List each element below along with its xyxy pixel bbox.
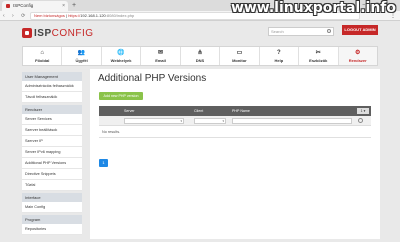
empty-message: No results. (99, 126, 371, 138)
sidebar-item-remote-users[interactable]: Távoli felhasználók (22, 92, 82, 103)
ispconfig-logo[interactable]: ISPCONFIG (22, 27, 94, 39)
nav-item-system[interactable]: ⚙ Rendszer (338, 47, 377, 65)
sidebar-item-ipv6-mapping[interactable]: Server IPv6 mapping (22, 147, 82, 158)
envelope-icon: ✉ (158, 49, 164, 56)
nav-item-client[interactable]: 👥 Ügyfél (62, 47, 102, 65)
search-icon[interactable] (327, 29, 331, 33)
sidebar: User Management Adminisztrációs felhaszn… (22, 72, 82, 242)
php-versions-table: Server Client PHP Name 1 ▾ ▾ ▾ No result… (99, 106, 371, 138)
search-input[interactable]: Search (268, 27, 334, 36)
rows-per-page-select[interactable]: 1 ▾ (357, 108, 369, 114)
nav-item-tools[interactable]: ✂ Eszközök (299, 47, 339, 65)
browser-nav-buttons[interactable]: ‹ › ⟳ (3, 11, 28, 21)
nav-item-home[interactable]: ⌂ Főoldal (23, 47, 63, 65)
nav-label: Email (155, 57, 166, 63)
nav-label: Monitor (232, 57, 247, 63)
sidebar-section-user-management: User Management (22, 72, 82, 81)
sidebar-item-directive-snippets[interactable]: Directive Snippets (22, 169, 82, 180)
sidebar-section-interface: Interface (22, 193, 82, 202)
logout-button[interactable]: LOGOUT ADMIN (342, 25, 378, 35)
pagination-page-1[interactable]: 1 (99, 159, 108, 167)
sidebar-item-server-ip[interactable]: Szerver IP (22, 136, 82, 147)
url-host: 192.168.1.120 (80, 13, 106, 18)
nav-item-sites[interactable]: 🌐 Webhelyek (102, 47, 142, 65)
ispconfig-app: ISPCONFIG Search LOGOUT ADMIN ⌂ Főoldal … (0, 21, 400, 242)
nav-item-help[interactable]: ? Help (260, 47, 300, 65)
monitor-icon: ▭ (236, 49, 243, 56)
security-warning[interactable]: Nem biztonságos (34, 13, 65, 18)
logo-text-isp: ISP (34, 27, 52, 39)
globe-icon: 🌐 (117, 49, 125, 56)
tools-icon: ✂ (315, 49, 321, 56)
home-icon: ⌂ (40, 49, 45, 56)
nav-label: Webhelyek (110, 57, 132, 63)
client-filter-select[interactable]: ▾ (194, 117, 226, 124)
column-header-server[interactable]: Server (121, 106, 191, 116)
checkbox-column-header (99, 106, 121, 116)
nav-label: Ügyfél (75, 57, 88, 63)
favicon-icon (6, 4, 10, 8)
url-protocol: https:// (68, 13, 81, 18)
nav-label: Rendszer (348, 57, 367, 63)
sidebar-item-admin-users[interactable]: Adminisztrációs felhasználók (22, 81, 82, 92)
tab-title: ISPConfig (13, 3, 34, 8)
sidebar-item-main-config[interactable]: Main Config (22, 202, 82, 213)
nav-item-monitor[interactable]: ▭ Monitor (220, 47, 260, 65)
browser-tab[interactable]: ISPConfig × (2, 1, 68, 11)
logo-text-config: CONFIG (51, 27, 94, 39)
help-icon: ? (277, 49, 281, 56)
chevron-down-icon: ▾ (222, 118, 224, 123)
page-title: Additional PHP Versions (98, 73, 207, 84)
sidebar-item-repositories[interactable]: Repositories (22, 224, 82, 235)
watermark: www.linuxportal.info (230, 0, 396, 16)
main-content: Additional PHP Versions Add new PHP vers… (90, 69, 380, 239)
table-header: Server Client PHP Name 1 ▾ (99, 106, 371, 116)
main-navigation: ⌂ Főoldal 👥 Ügyfél 🌐 Webhelyek ✉ Email ⋔… (22, 46, 378, 66)
logo-icon (22, 28, 32, 38)
network-icon: ⋔ (197, 49, 203, 56)
chevron-down-icon: ▾ (180, 118, 182, 123)
column-header-client[interactable]: Client (191, 106, 229, 116)
new-tab-button[interactable]: + (72, 1, 76, 10)
nav-item-dns[interactable]: ⋔ DNS (181, 47, 221, 65)
nav-label: Eszközök (309, 57, 328, 63)
nav-label: Help (274, 57, 284, 63)
add-php-version-button[interactable]: Add new PHP version (99, 92, 143, 100)
search-icon[interactable] (358, 118, 363, 123)
sidebar-item-server-config[interactable]: Szerver beállítások (22, 125, 82, 136)
nav-label: Főoldal (35, 57, 50, 63)
nav-label: DNS (195, 57, 205, 63)
sidebar-item-server-services[interactable]: Server Services (22, 114, 82, 125)
sidebar-item-firewall[interactable]: Tűzfal (22, 180, 82, 191)
sidebar-item-php-versions[interactable]: Additional PHP Versions (22, 158, 82, 169)
filter-row: ▾ ▾ (99, 116, 371, 126)
server-filter-select[interactable]: ▾ (124, 117, 184, 124)
sidebar-section-program: Program (22, 215, 82, 224)
sidebar-section-system: Rendszer (22, 105, 82, 114)
gear-icon: ⚙ (355, 49, 361, 56)
tab-close-icon[interactable]: × (62, 1, 65, 11)
php-name-filter-input[interactable] (232, 117, 352, 124)
url-path: :8080/index.php (105, 13, 135, 18)
column-header-php-name[interactable]: PHP Name (229, 106, 371, 116)
users-icon: 👥 (77, 49, 86, 56)
nav-item-email[interactable]: ✉ Email (141, 47, 181, 65)
search-placeholder: Search (271, 29, 284, 34)
